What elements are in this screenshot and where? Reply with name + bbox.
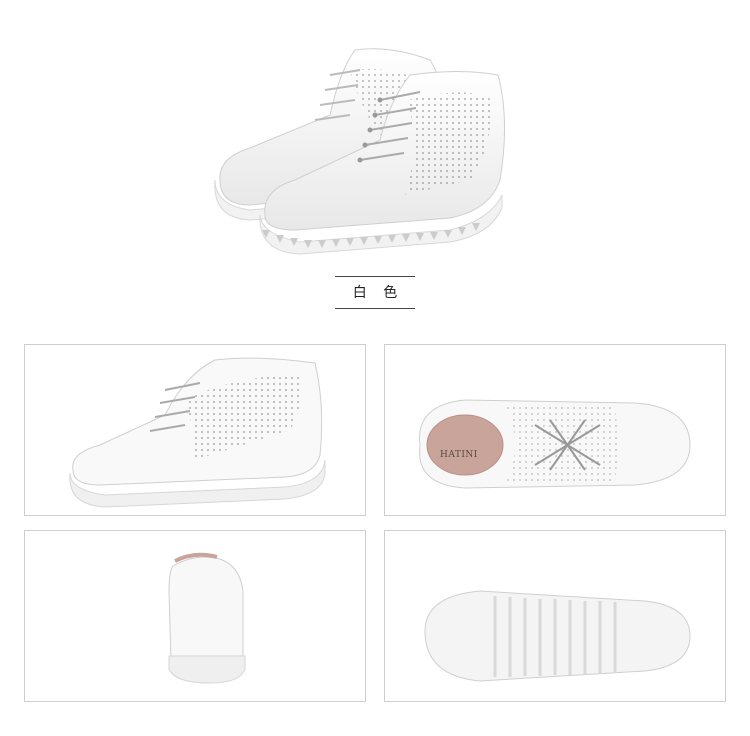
insole-brand-text: HATINI [440,450,478,460]
caption-bottom-rule [335,308,415,309]
color-caption: 白 色 [335,276,415,309]
hero-product-image [180,30,540,260]
top-view-shoe-illustration: HATINI [419,399,691,489]
hero-shoe-pair-illustration [214,48,506,255]
sole-view-panel [384,530,726,702]
top-view-panel: HATINI [384,344,726,516]
side-view-shoe-illustration [69,357,326,508]
back-view-panel [24,530,366,702]
back-view-shoe-illustration [168,552,246,684]
side-view-panel [24,344,366,516]
color-label: 白 色 [352,285,404,301]
insole-lining [426,414,504,476]
sole-view-shoe-illustration [424,590,691,682]
